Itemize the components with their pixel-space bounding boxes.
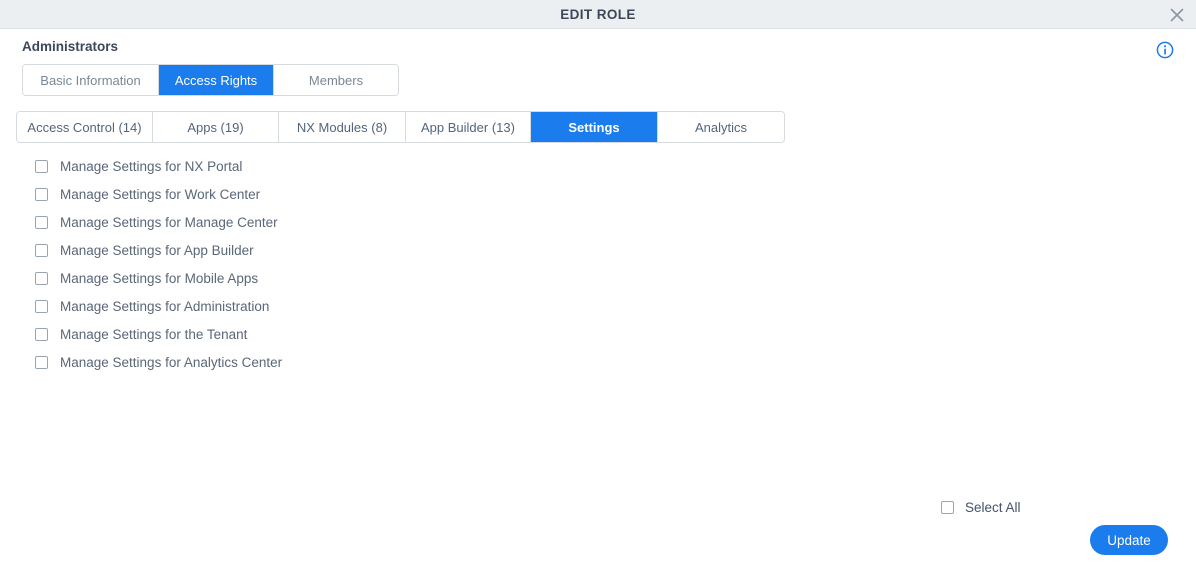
info-icon	[1156, 41, 1174, 59]
checkbox-select-all[interactable]	[941, 501, 954, 514]
tab-members[interactable]: Members	[274, 65, 398, 95]
permission-row[interactable]: Manage Settings for App Builder	[35, 236, 282, 264]
checkbox-manage-settings-app-builder[interactable]	[35, 243, 48, 257]
permission-row[interactable]: Manage Settings for the Tenant	[35, 320, 282, 348]
subtab-settings[interactable]: Settings	[531, 112, 658, 142]
info-button[interactable]	[1156, 41, 1174, 59]
permission-list: Manage Settings for NX Portal Manage Set…	[35, 152, 282, 376]
permission-label: Manage Settings for Manage Center	[60, 214, 278, 230]
permission-row[interactable]: Manage Settings for Analytics Center	[35, 348, 282, 376]
select-all-row[interactable]: Select All	[941, 500, 1021, 515]
tab-basic-information[interactable]: Basic Information	[23, 65, 159, 95]
close-icon	[1170, 8, 1184, 22]
subtab-analytics[interactable]: Analytics	[658, 112, 784, 142]
permission-label: Manage Settings for NX Portal	[60, 158, 243, 174]
permission-label: Manage Settings for Work Center	[60, 186, 261, 202]
permission-label: Manage Settings for Mobile Apps	[60, 270, 259, 286]
close-button[interactable]	[1164, 2, 1190, 28]
permission-row[interactable]: Manage Settings for Work Center	[35, 180, 282, 208]
checkbox-manage-settings-mobile-apps[interactable]	[35, 271, 48, 285]
page-title: EDIT ROLE	[560, 7, 636, 22]
permission-label: Manage Settings for Administration	[60, 298, 270, 314]
permission-row[interactable]: Manage Settings for Manage Center	[35, 208, 282, 236]
subtab-apps[interactable]: Apps (19)	[153, 112, 279, 142]
checkbox-manage-settings-tenant[interactable]	[35, 327, 48, 341]
checkbox-manage-settings-work-center[interactable]	[35, 187, 48, 201]
checkbox-manage-settings-manage-center[interactable]	[35, 215, 48, 229]
checkbox-manage-settings-nx-portal[interactable]	[35, 159, 48, 173]
permission-label: Manage Settings for the Tenant	[60, 326, 248, 342]
permission-label: Manage Settings for Analytics Center	[60, 354, 283, 370]
checkbox-manage-settings-administration[interactable]	[35, 299, 48, 313]
subtab-access-control[interactable]: Access Control (14)	[17, 112, 153, 142]
select-all-label: Select All	[965, 500, 1021, 515]
permission-label: Manage Settings for App Builder	[60, 242, 254, 258]
permission-row[interactable]: Manage Settings for Mobile Apps	[35, 264, 282, 292]
primary-tab-group: Basic Information Access Rights Members	[22, 64, 399, 96]
role-name: Administrators	[22, 39, 119, 54]
checkbox-manage-settings-analytics-center[interactable]	[35, 355, 48, 369]
permission-row[interactable]: Manage Settings for Administration	[35, 292, 282, 320]
subtab-nx-modules[interactable]: NX Modules (8)	[279, 112, 406, 142]
subtab-app-builder[interactable]: App Builder (13)	[406, 112, 531, 142]
secondary-tab-group: Access Control (14) Apps (19) NX Modules…	[16, 111, 785, 143]
permission-row[interactable]: Manage Settings for NX Portal	[35, 152, 282, 180]
update-button[interactable]: Update	[1090, 525, 1168, 555]
tab-access-rights[interactable]: Access Rights	[159, 65, 274, 95]
